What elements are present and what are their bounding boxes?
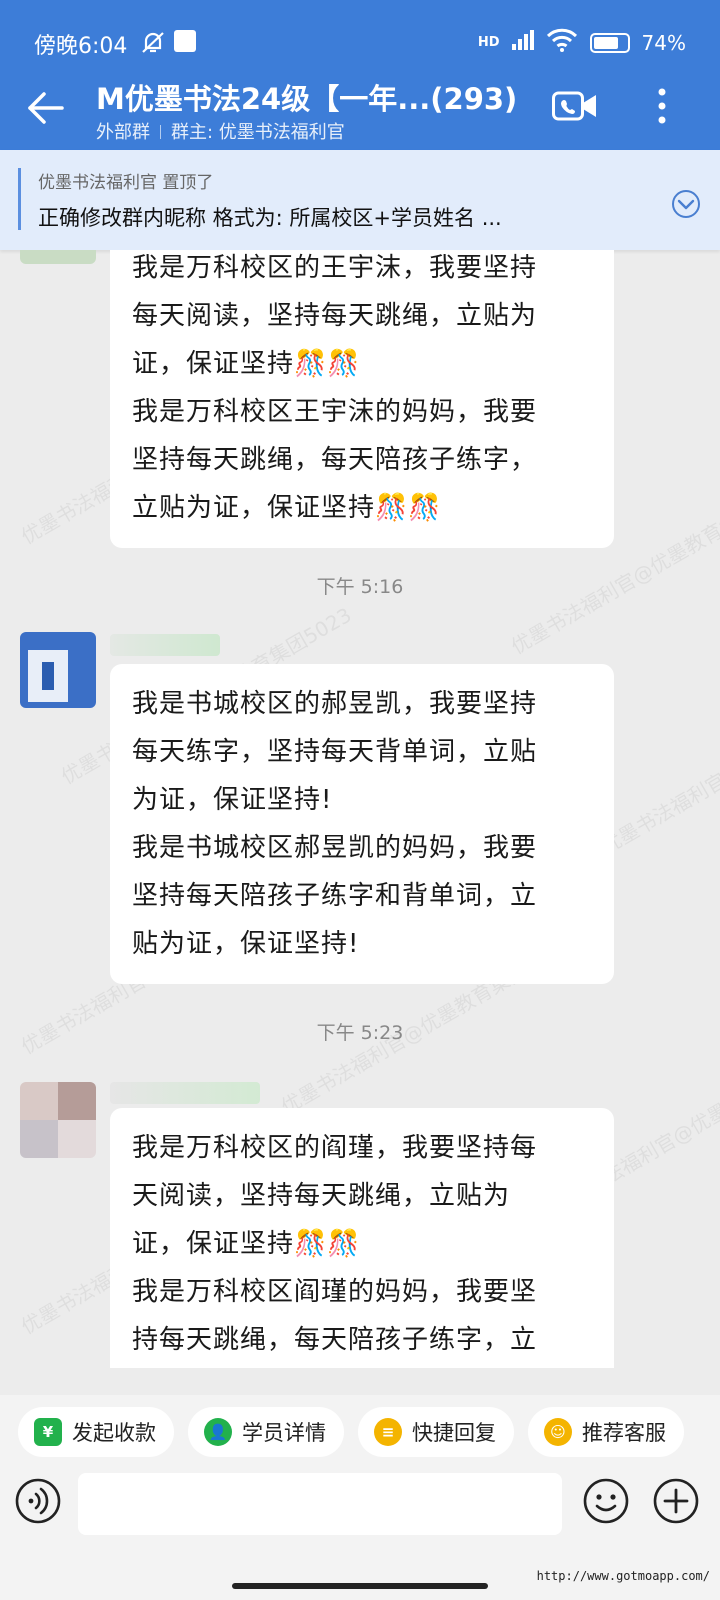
message-line: 为证，保证坚持!	[132, 785, 333, 815]
avatar[interactable]	[20, 632, 96, 708]
emoji-icon[interactable]	[582, 1477, 630, 1525]
message-line: 每天阅读，坚持每天跳绳，立贴为	[132, 301, 538, 331]
sender-name-blurred	[110, 634, 220, 656]
battery-level	[593, 36, 618, 49]
chip-label: 推荐客服	[582, 1421, 666, 1445]
pinned-text: 正确修改群内昵称 格式为: 所属校区+学员姓名 ...	[38, 206, 502, 230]
message-line: 证，保证坚持🎊🎊	[132, 349, 361, 379]
plus-icon[interactable]	[652, 1477, 700, 1525]
yen-icon: ¥	[34, 1418, 62, 1446]
group-subtitle: 外部群 群主: 优墨书法福利官	[96, 118, 345, 144]
status-time: 傍晚6:04	[34, 34, 128, 59]
pinned-accent-bar	[18, 168, 21, 230]
pinned-by: 优墨书法福利官 置顶了	[38, 173, 214, 193]
message-line: 坚持每天陪孩子练字和背单词，立	[132, 881, 538, 911]
chip-label: 发起收款	[72, 1421, 156, 1445]
wifi-icon	[546, 28, 578, 57]
sender-name-blurred	[110, 1082, 260, 1104]
video-call-icon[interactable]	[552, 88, 598, 124]
message-line: 我是万科校区阎瑾的妈妈，我要坚	[132, 1277, 538, 1307]
back-arrow-icon[interactable]	[24, 86, 68, 130]
group-type: 外部群	[96, 122, 150, 143]
message-input[interactable]	[78, 1473, 562, 1535]
message-line: 我是书城校区郝昱凯的妈妈，我要	[132, 833, 538, 863]
divider	[160, 125, 161, 139]
status-bar: 傍晚6:04 HD 74%	[0, 0, 720, 86]
quick-reply-icon: ≡	[374, 1418, 402, 1446]
message-bubble[interactable]: 我是书城校区的郝昱凯，我要坚持 每天练字，坚持每天背单词，立贴 为证，保证坚持!…	[110, 664, 614, 984]
chip-label: 学员详情	[242, 1421, 326, 1445]
battery-icon	[589, 32, 630, 53]
quick-actions: ¥ 发起收款 👤 学员详情 ≡ 快捷回复 ☺ 推荐客服	[18, 1407, 684, 1457]
voice-input-icon[interactable]	[14, 1477, 62, 1525]
message-line: 贴为证，保证坚持!	[132, 929, 360, 959]
message-line: 我是书城校区的郝昱凯，我要坚持	[132, 689, 538, 719]
chevron-down-icon[interactable]	[670, 188, 702, 224]
chat-area[interactable]: 优墨书法福利官@优墨教育集团5023 优墨书法福利官@优墨教育集团5023 优墨…	[0, 250, 720, 1368]
group-owner: 群主: 优墨书法福利官	[171, 122, 345, 143]
student-details-button[interactable]: 👤 学员详情	[188, 1407, 344, 1457]
timestamp: 下午 5:16	[316, 576, 404, 598]
message-bubble[interactable]: 我是万科校区的阎瑾，我要坚持每 天阅读，坚持每天跳绳，立贴为 证，保证坚持🎊🎊 …	[110, 1108, 614, 1368]
notification-icon	[174, 30, 196, 52]
message-line: 坚持每天跳绳，每天陪孩子练字，	[132, 445, 538, 475]
home-indicator[interactable]	[232, 1583, 488, 1589]
message-line: 我是万科校区的王宇沫，我要坚持	[132, 253, 538, 283]
signal-icon	[511, 30, 534, 55]
message-bubble[interactable]: 我是万科校区的王宇沫，我要坚持 每天阅读，坚持每天跳绳，立贴为 证，保证坚持🎊🎊…	[110, 250, 614, 548]
message-line: 立贴为证，保证坚持🎊🎊	[132, 493, 442, 523]
more-options-icon[interactable]	[650, 84, 674, 128]
timestamp: 下午 5:23	[316, 1022, 404, 1044]
recommend-service-button[interactable]: ☺ 推荐客服	[528, 1407, 684, 1457]
avatar[interactable]	[20, 250, 96, 264]
message-line: 证，保证坚持🎊🎊	[132, 1229, 361, 1259]
collect-payment-button[interactable]: ¥ 发起收款	[18, 1407, 174, 1457]
site-url: http://www.gotmoapp.com/	[536, 1569, 710, 1583]
message-line: 我是万科校区的阎瑾，我要坚持每	[132, 1133, 538, 1163]
message-line: 天阅读，坚持每天跳绳，立贴为	[132, 1181, 511, 1211]
chat-header: 傍晚6:04 HD 74% M优墨书法24级【一年...(293) 外部群 群主:…	[0, 0, 720, 150]
network-label: HD	[477, 35, 500, 50]
quick-reply-button[interactable]: ≡ 快捷回复	[358, 1407, 514, 1457]
avatar[interactable]	[20, 1082, 96, 1158]
message-line: 每天练字，坚持每天背单词，立贴	[132, 737, 538, 767]
bottom-bar: ¥ 发起收款 👤 学员详情 ≡ 快捷回复 ☺ 推荐客服 http://www.g…	[0, 1395, 720, 1600]
chip-label: 快捷回复	[412, 1421, 496, 1445]
student-icon: 👤	[204, 1418, 232, 1446]
group-title[interactable]: M优墨书法24级【一年...(293)	[96, 76, 517, 118]
service-icon: ☺	[544, 1418, 572, 1446]
message-line: 我是万科校区王宇沫的妈妈，我要	[132, 397, 538, 427]
battery-percent: 74%	[641, 30, 686, 55]
mute-icon	[140, 30, 166, 60]
pinned-announcement[interactable]: 优墨书法福利官 置顶了 正确修改群内昵称 格式为: 所属校区+学员姓名 ...	[0, 150, 720, 250]
message-line: 持每天跳绳，每天陪孩子练字，立	[132, 1325, 538, 1355]
